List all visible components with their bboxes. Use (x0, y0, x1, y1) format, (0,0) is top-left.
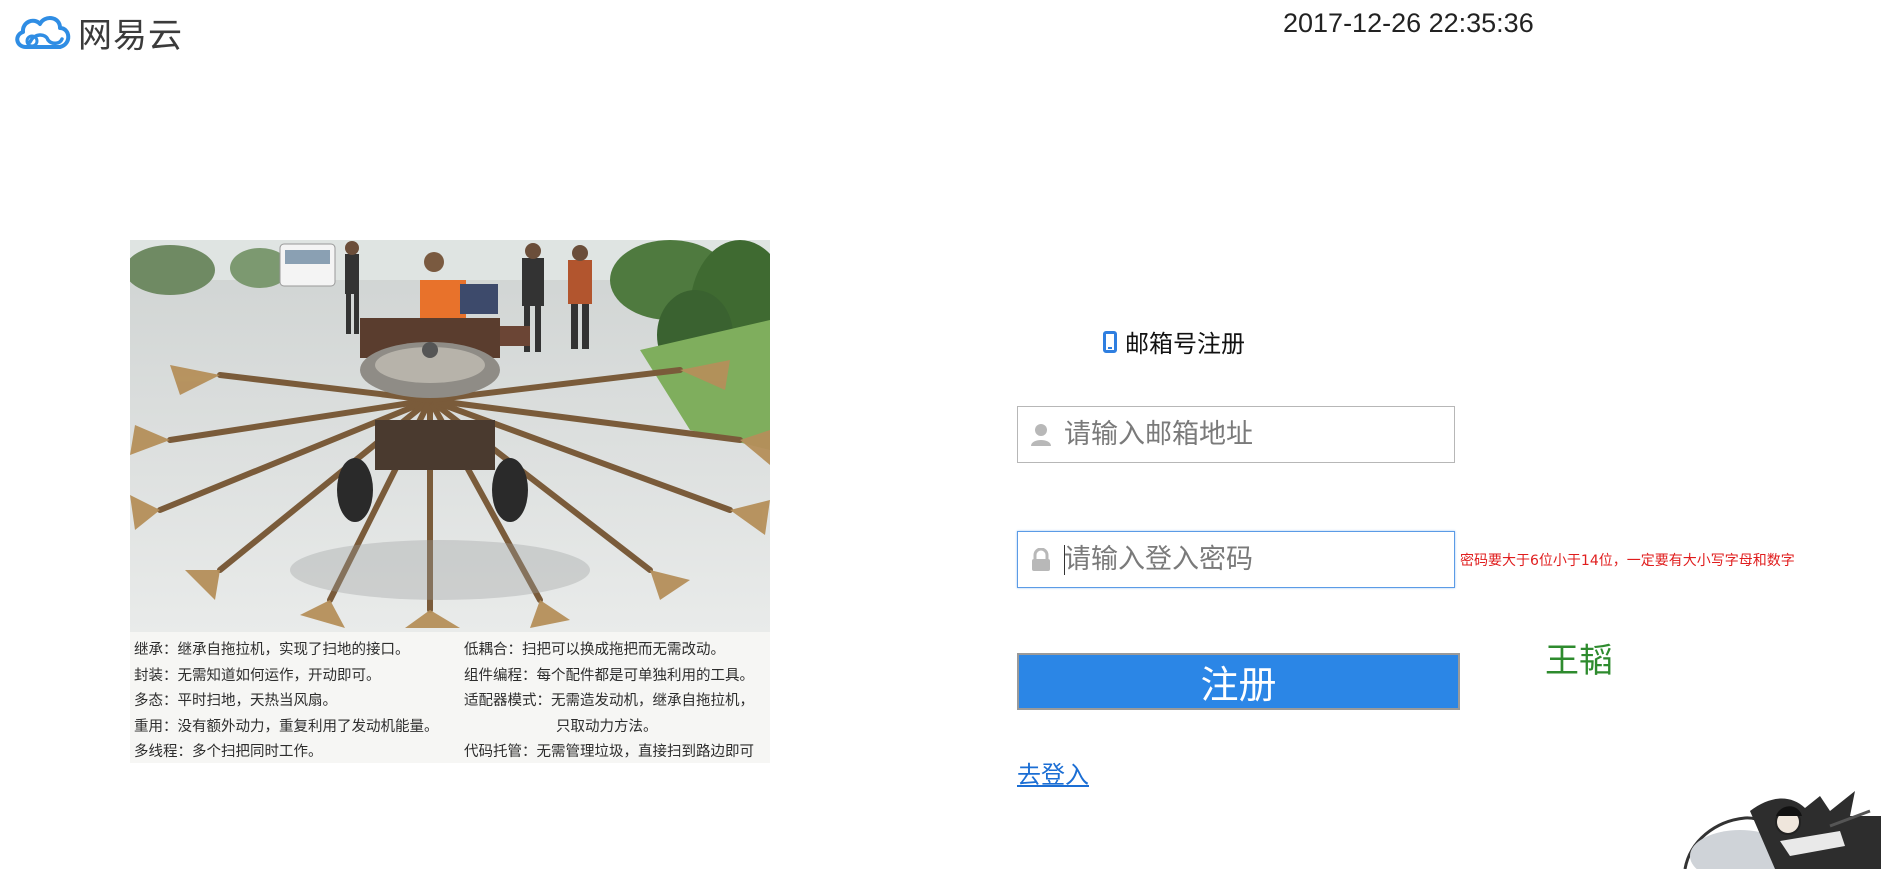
caption-line: 代码托管：无需管理垃圾，直接扫到路边即可 (464, 744, 754, 760)
register-title-label: 邮箱号注册 (1125, 330, 1245, 358)
broom-tractor-image: 继承：继承自拖拉机，实现了扫地的接口。 封装：无需知道如何运作，开动即可。 多态… (130, 240, 770, 763)
caption-line: 封装：无需知道如何运作，开动即可。 (134, 667, 381, 684)
go-login-link[interactable]: 去登入 (1017, 755, 1089, 790)
caption-line: 多态：平时扫地，天热当风扇。 (134, 693, 337, 709)
caption-line: 低耦合：扫把可以换成拖把而无需改动。 (464, 642, 725, 658)
caption-line: 只取动力方法。 (556, 718, 658, 735)
meme-caption: 继承：继承自拖拉机，实现了扫地的接口。 封装：无需知道如何运作，开动即可。 多态… (130, 632, 770, 763)
cloud-logo-icon (15, 15, 71, 49)
register-button[interactable]: 注册 (1017, 653, 1460, 710)
password-field[interactable] (1017, 531, 1455, 588)
register-page: 网易云 2017-12-26 22:35:36 继承：继承自拖拉机，实现了扫地的… (0, 0, 1881, 869)
password-rule-hint: 密码要大于6位小于14位，一定要有大小写字母和数字 (1460, 553, 1795, 569)
user-icon (1018, 407, 1064, 462)
phone-icon (1103, 330, 1117, 353)
email-field[interactable] (1017, 406, 1455, 463)
email-input[interactable] (1064, 407, 1454, 462)
caption-line: 组件编程：每个配件都是可单独利用的工具。 (464, 667, 754, 684)
datetime-display: 2017-12-26 22:35:36 (1283, 8, 1534, 38)
lock-icon (1018, 532, 1064, 587)
author-name: 王韬 (1545, 641, 1613, 681)
ink-warrior-illustration (1683, 791, 1881, 869)
broom-tractor-photo (130, 240, 770, 632)
caption-line: 重用：没有额外动力，重复利用了发动机能量。 (134, 718, 439, 735)
caption-column-left: 继承：继承自拖拉机，实现了扫地的接口。 封装：无需知道如何运作，开动即可。 多态… (134, 638, 464, 763)
brand-logo[interactable]: 网易云 (12, 8, 183, 57)
caption-line: 多线程：多个扫把同时工作。 (134, 744, 323, 760)
brand-name: 网易云 (78, 16, 183, 56)
caption-line: 适配器模式：无需造发动机，继承自拖拉机， (464, 693, 754, 709)
register-title[interactable]: 邮箱号注册 (1103, 324, 1245, 359)
password-input[interactable] (1064, 532, 1454, 587)
caption-line: 继承：继承自拖拉机，实现了扫地的接口。 (134, 642, 410, 658)
caption-column-right: 低耦合：扫把可以换成拖把而无需改动。 组件编程：每个配件都是可单独利用的工具。 … (464, 638, 770, 763)
